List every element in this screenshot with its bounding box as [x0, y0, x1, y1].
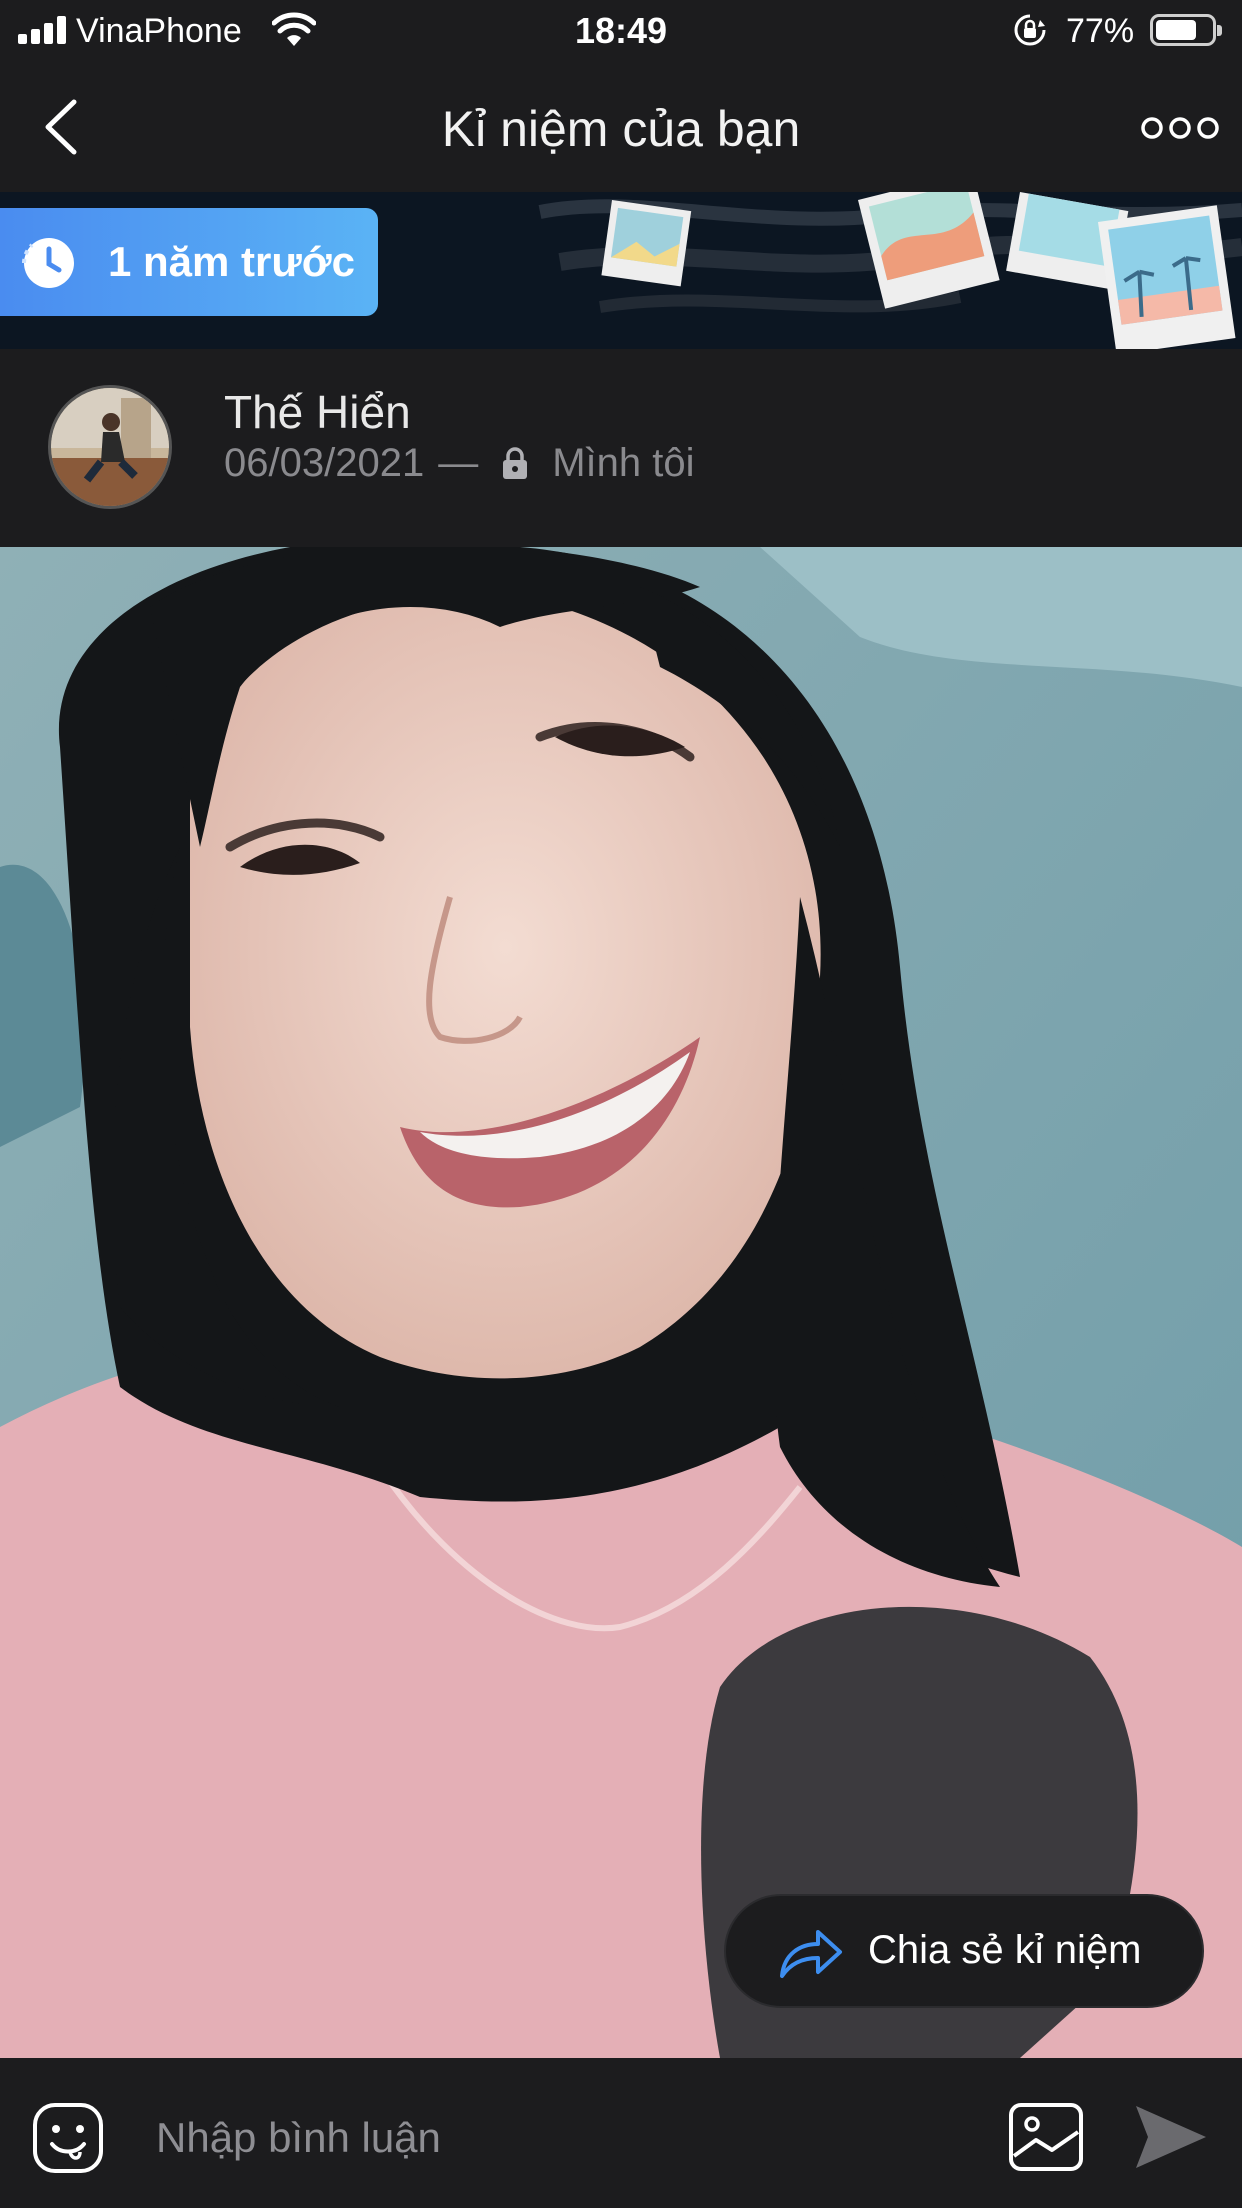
- comment-bar: [0, 2058, 1242, 2208]
- share-memory-button[interactable]: Chia sẻ kỉ niệm: [724, 1894, 1204, 2008]
- memory-banner: 1 năm trước: [0, 192, 1242, 349]
- lock-icon: [503, 447, 528, 479]
- orientation-lock-icon: [1014, 14, 1046, 46]
- battery-percent: 77%: [1066, 12, 1135, 50]
- more-dots-icon[interactable]: [1140, 110, 1220, 146]
- photo-card-1: [601, 200, 692, 287]
- comment-input[interactable]: [156, 2110, 956, 2166]
- page-title: Kỉ niệm của bạn: [441, 101, 801, 157]
- author-name[interactable]: Thế Hiển: [224, 385, 411, 439]
- privacy-label: Mình tôi: [552, 441, 695, 485]
- emoji-icon[interactable]: [32, 2102, 104, 2174]
- memory-photo[interactable]: [0, 547, 1242, 2058]
- share-arrow-icon: [780, 1930, 842, 1978]
- post-header: Thế Hiển 06/03/2021 — Mình tôi: [0, 349, 1242, 547]
- time-ago-badge: 1 năm trước: [0, 208, 378, 316]
- image-icon[interactable]: [1008, 2102, 1084, 2172]
- history-clock-icon: [22, 238, 74, 288]
- post-meta: 06/03/2021 — Mình tôi: [224, 441, 695, 486]
- photo-card-4: [1098, 205, 1236, 349]
- battery-icon: [1150, 14, 1222, 46]
- status-bar: VinaPhone 18:49 77%: [0, 0, 1242, 62]
- status-time: 18:49: [574, 10, 668, 51]
- nav-bar: Kỉ niệm của bạn: [0, 62, 1242, 192]
- post-date: 06/03/2021: [224, 441, 425, 485]
- avatar[interactable]: [48, 385, 172, 509]
- share-memory-label: Chia sẻ kỉ niệm: [868, 1928, 1142, 1972]
- send-icon[interactable]: [1134, 2104, 1208, 2170]
- photo-card-2: [858, 192, 1000, 309]
- time-ago-label: 1 năm trước: [108, 238, 356, 285]
- meta-separator: —: [438, 441, 479, 485]
